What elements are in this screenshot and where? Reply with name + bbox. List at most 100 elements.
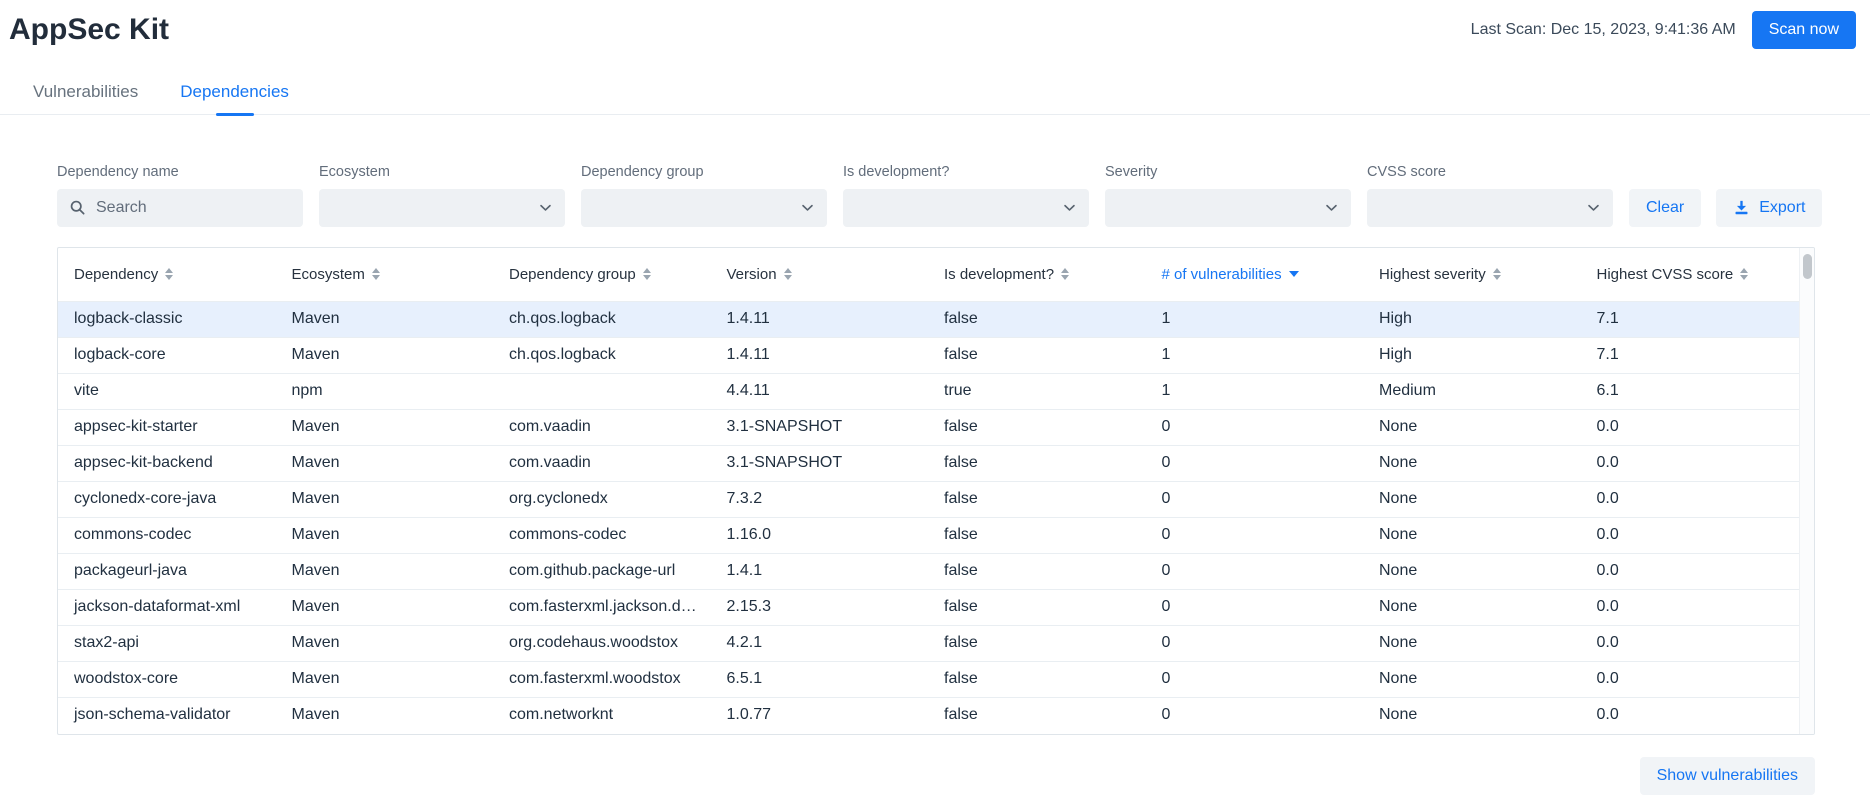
table-row[interactable]: commons-codecMavencommons-codec1.16.0fal… xyxy=(58,517,1814,553)
table-cell: 1 xyxy=(1146,346,1364,364)
table-cell: 0 xyxy=(1146,706,1364,724)
table-row[interactable]: packageurl-javaMavencom.github.package-u… xyxy=(58,553,1814,589)
column-header[interactable]: Highest CVSS score xyxy=(1581,266,1799,283)
table-row[interactable]: woodstox-coreMavencom.fasterxml.woodstox… xyxy=(58,661,1814,697)
table-cell: Maven xyxy=(276,490,494,508)
column-header[interactable]: Highest severity xyxy=(1363,266,1581,283)
column-header-label: # of vulnerabilities xyxy=(1162,266,1282,283)
table-cell: woodstox-core xyxy=(58,670,276,688)
table-cell: 2.15.3 xyxy=(711,598,929,616)
scrollbar-thumb[interactable] xyxy=(1803,254,1812,279)
table-cell: Maven xyxy=(276,562,494,580)
table-cell: false xyxy=(928,598,1146,616)
column-header[interactable]: # of vulnerabilities xyxy=(1146,266,1364,283)
sort-icon xyxy=(165,268,173,280)
table-cell: false xyxy=(928,670,1146,688)
column-header-label: Ecosystem xyxy=(292,266,365,283)
column-header[interactable]: Is development? xyxy=(928,266,1146,283)
table-cell: ch.qos.logback xyxy=(493,346,711,364)
table-cell: 0.0 xyxy=(1581,418,1799,436)
table-cell: High xyxy=(1363,346,1581,364)
table-cell: com.networknt xyxy=(493,706,711,724)
table-cell: com.fasterxml.jackson.dataformat xyxy=(493,598,711,616)
tab-vulnerabilities[interactable]: Vulnerabilities xyxy=(17,76,154,114)
table-cell: 0 xyxy=(1146,490,1364,508)
tab-dependencies[interactable]: Dependencies xyxy=(164,76,305,114)
table-cell: 0.0 xyxy=(1581,454,1799,472)
table-body: logback-classicMavench.qos.logback1.4.11… xyxy=(58,301,1814,733)
search-field[interactable] xyxy=(57,189,303,227)
dependency-group-select[interactable] xyxy=(581,189,827,227)
filter-label: CVSS score xyxy=(1367,165,1613,180)
table-row[interactable]: appsec-kit-starterMavencom.vaadin3.1-SNA… xyxy=(58,409,1814,445)
table-cell: com.vaadin xyxy=(493,418,711,436)
table-cell: 3.1-SNAPSHOT xyxy=(711,454,929,472)
app-header: AppSec Kit Last Scan: Dec 15, 2023, 9:41… xyxy=(0,0,1870,50)
export-button-label: Export xyxy=(1759,200,1805,216)
show-vulnerabilities-button[interactable]: Show vulnerabilities xyxy=(1640,757,1815,795)
table-cell: jackson-dataformat-xml xyxy=(58,598,276,616)
column-header[interactable]: Dependency xyxy=(58,266,276,283)
column-header[interactable]: Ecosystem xyxy=(276,266,494,283)
table-row[interactable]: jackson-dataformat-xmlMavencom.fasterxml… xyxy=(58,589,1814,625)
column-header-label: Is development? xyxy=(944,266,1054,283)
column-header-label: Highest CVSS score xyxy=(1597,266,1734,283)
table-cell: 1.4.11 xyxy=(711,310,929,328)
table-cell: 6.1 xyxy=(1581,382,1799,400)
table-cell: commons-codec xyxy=(58,526,276,544)
column-header[interactable]: Dependency group xyxy=(493,266,711,283)
clear-button[interactable]: Clear xyxy=(1629,189,1701,227)
dependencies-table: Dependency Ecosystem Dependency group Versi… xyxy=(57,247,1815,735)
filter-label: Dependency name xyxy=(57,165,303,180)
table-cell: None xyxy=(1363,706,1581,724)
table-cell: Maven xyxy=(276,346,494,364)
table-cell: true xyxy=(928,382,1146,400)
scan-now-button[interactable]: Scan now xyxy=(1752,11,1856,49)
sort-icon xyxy=(1493,268,1501,280)
column-header-label: Version xyxy=(727,266,777,283)
table-row[interactable]: logback-classicMavench.qos.logback1.4.11… xyxy=(58,301,1814,337)
severity-select[interactable] xyxy=(1105,189,1351,227)
table-cell: false xyxy=(928,454,1146,472)
table-cell: None xyxy=(1363,598,1581,616)
table-row[interactable]: cyclonedx-core-javaMavenorg.cyclonedx7.3… xyxy=(58,481,1814,517)
sort-icon xyxy=(643,268,651,280)
export-button[interactable]: Export xyxy=(1716,189,1822,227)
table-cell: stax2-api xyxy=(58,634,276,652)
table-cell: false xyxy=(928,490,1146,508)
chevron-down-icon xyxy=(1062,200,1077,215)
table-cell: Maven xyxy=(276,526,494,544)
filter-label: Severity xyxy=(1105,165,1351,180)
chevron-down-icon xyxy=(538,200,553,215)
table-cell: appsec-kit-backend xyxy=(58,454,276,472)
table-cell: None xyxy=(1363,634,1581,652)
table-cell: 0 xyxy=(1146,562,1364,580)
table-cell: 0 xyxy=(1146,418,1364,436)
table-cell: 0 xyxy=(1146,454,1364,472)
table-cell: Maven xyxy=(276,454,494,472)
table-row[interactable]: vitenpm4.4.11true1Medium6.1 xyxy=(58,373,1814,409)
sort-icon xyxy=(784,268,792,280)
table-row[interactable]: stax2-apiMavenorg.codehaus.woodstox4.2.1… xyxy=(58,625,1814,661)
table-row[interactable]: appsec-kit-backendMavencom.vaadin3.1-SNA… xyxy=(58,445,1814,481)
is-development-select[interactable] xyxy=(843,189,1089,227)
ecosystem-select[interactable] xyxy=(319,189,565,227)
table-row[interactable]: logback-coreMavench.qos.logback1.4.11fal… xyxy=(58,337,1814,373)
search-input[interactable] xyxy=(94,198,291,218)
table-cell: Maven xyxy=(276,418,494,436)
table-cell: logback-core xyxy=(58,346,276,364)
table-footer: Show vulnerabilities xyxy=(57,757,1815,795)
table-cell: commons-codec xyxy=(493,526,711,544)
filter-severity: Severity xyxy=(1105,165,1351,227)
cvss-score-select[interactable] xyxy=(1367,189,1613,227)
table-cell: 6.5.1 xyxy=(711,670,929,688)
table-row[interactable]: json-schema-validatorMavencom.networknt1… xyxy=(58,697,1814,733)
column-header-label: Highest severity xyxy=(1379,266,1486,283)
column-header[interactable]: Version xyxy=(711,266,929,283)
table-cell: 4.2.1 xyxy=(711,634,929,652)
vertical-scrollbar[interactable] xyxy=(1799,248,1814,734)
last-scan-text: Last Scan: Dec 15, 2023, 9:41:36 AM xyxy=(1471,21,1736,39)
table-cell: Maven xyxy=(276,634,494,652)
table-cell: appsec-kit-starter xyxy=(58,418,276,436)
chevron-down-icon xyxy=(1324,200,1339,215)
